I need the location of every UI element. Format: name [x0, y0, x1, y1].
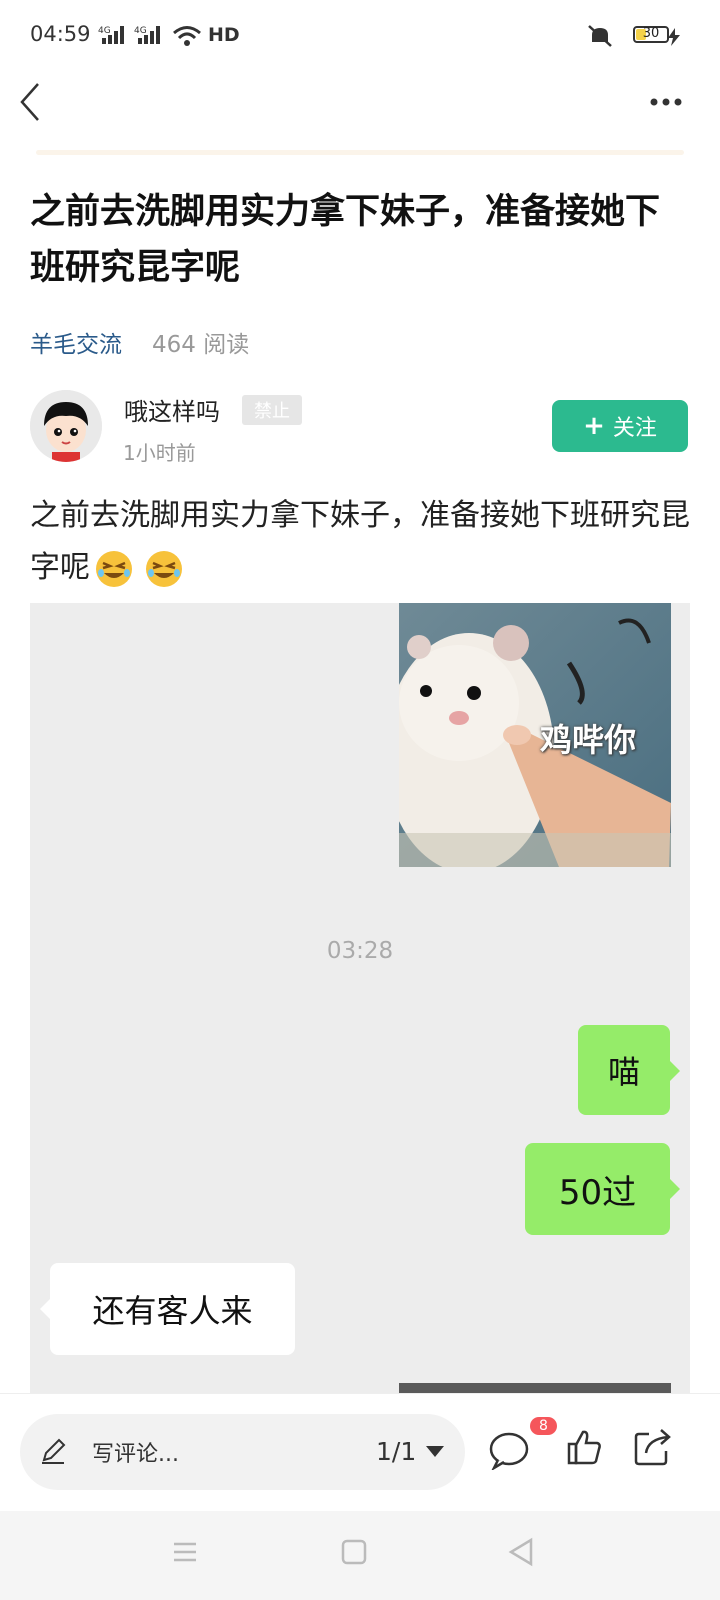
- battery-level: 30: [642, 26, 660, 41]
- chat-text: 还有客人来: [92, 1292, 253, 1330]
- author-name[interactable]: 哦这样吗: [124, 392, 220, 427]
- article-body: 之前去洗脚用实力拿下妹子，准备接她下班研究昆字呢: [30, 490, 700, 594]
- cellular-signal-2-icon: 4G: [134, 26, 160, 44]
- more-dots-icon: [650, 98, 682, 106]
- chevron-left-icon: [20, 83, 39, 121]
- battery-icon: 30: [633, 26, 669, 43]
- chat-timestamp: 03:28: [326, 938, 394, 964]
- header-divider: [36, 150, 684, 155]
- read-count: 464 阅读: [152, 332, 250, 358]
- mute-bell-icon: [588, 25, 612, 47]
- chat-bubble-sent: 50过: [525, 1143, 680, 1235]
- hd-indicator: HD: [208, 24, 240, 46]
- chat-text: 喵: [607, 1053, 640, 1091]
- article-title: 之前去洗脚用实力拿下妹子，准备接她下班研究昆字呢: [30, 192, 661, 288]
- share-icon[interactable]: [634, 1428, 672, 1466]
- post-time: 1小时前: [123, 441, 196, 465]
- plus-icon: +: [583, 411, 605, 441]
- follow-label: 关注: [612, 416, 657, 441]
- chat-bubble-received: 还有客人来: [40, 1263, 295, 1355]
- signal-label-1: 4G: [98, 26, 111, 36]
- follow-button[interactable]: + 关注: [552, 400, 688, 452]
- comment-placeholder: 写评论...: [92, 1442, 179, 1467]
- wifi-icon: [173, 26, 201, 46]
- pencil-icon: [42, 1438, 66, 1464]
- chat-text: 50过: [558, 1172, 637, 1213]
- status-bar: 04:59 4G 4G HD 30: [0, 0, 720, 70]
- chat-screenshot-image[interactable]: 鸡哔你 03:28 喵 50过 还有客人来: [30, 603, 690, 1399]
- bottom-action-bar: 写评论... 1/1 8: [0, 1393, 720, 1512]
- home-icon[interactable]: [341, 1539, 367, 1565]
- comment-input[interactable]: 写评论... 1/1: [20, 1414, 465, 1490]
- channel-link[interactable]: 羊毛交流: [30, 325, 122, 359]
- comment-bubble-icon[interactable]: [488, 1430, 532, 1470]
- status-time: 04:59: [30, 22, 91, 46]
- signal-label-2: 4G: [134, 26, 147, 36]
- caret-down-icon[interactable]: [426, 1446, 444, 1458]
- laugh-emoji-icon: [146, 550, 182, 587]
- chat-bubble-sent: 喵: [578, 1025, 680, 1115]
- comment-count-badge: 8: [530, 1417, 557, 1435]
- back-nav-icon[interactable]: [507, 1537, 535, 1567]
- thumbs-up-icon[interactable]: [566, 1428, 602, 1466]
- cartoon-avatar-icon: [30, 390, 102, 462]
- more-options-button[interactable]: [648, 92, 688, 112]
- menu-icon[interactable]: [172, 1539, 198, 1565]
- charging-icon: [668, 28, 680, 46]
- back-button[interactable]: [16, 80, 56, 124]
- cellular-signal-icon: 4G: [98, 26, 124, 44]
- laugh-emoji-icon: [96, 550, 132, 587]
- status-badge: 禁止: [242, 395, 302, 425]
- sticker-caption: 鸡哔你: [540, 721, 637, 759]
- system-nav-bar: [0, 1511, 720, 1600]
- page-counter[interactable]: 1/1: [376, 1437, 416, 1466]
- author-avatar[interactable]: [30, 390, 102, 462]
